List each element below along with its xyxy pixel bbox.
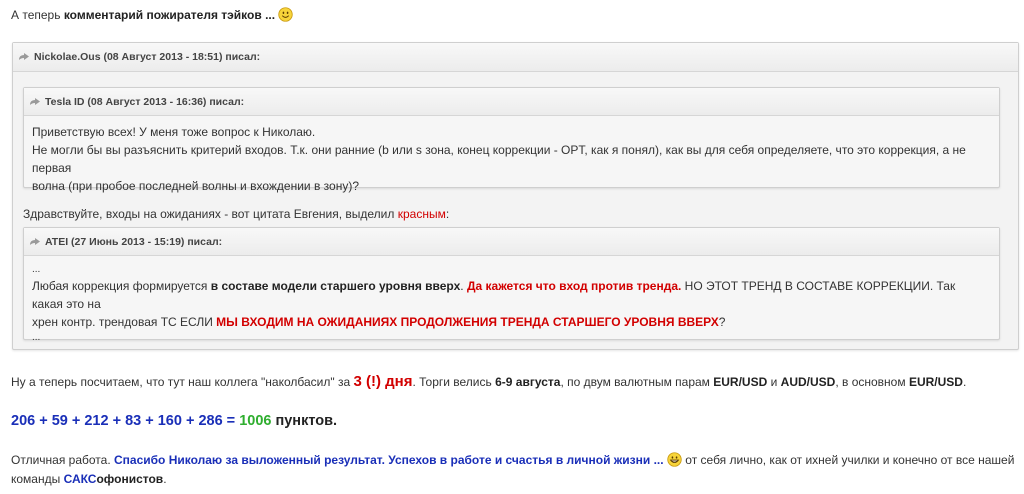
nested-quote-line: Любая коррекция формируется в составе мо…	[32, 277, 989, 313]
ellipsis: ...	[32, 264, 41, 275]
grin-icon	[667, 452, 682, 467]
days-highlight: 3 (!) дня	[353, 373, 413, 390]
reply-highlight: красным	[397, 207, 446, 221]
text-run: .	[163, 472, 167, 486]
sum-result: 1006	[239, 413, 272, 429]
red-bold-run: МЫ ВХОДИМ НА ОЖИДАНИЯХ ПРОДОЛЖЕНИЯ ТРЕНД…	[216, 315, 719, 329]
sum-expression: 206 + 59 + 212 + 83 + 160 + 286 =	[11, 413, 236, 429]
inner-quote: Tesla ID (08 Август 2013 - 16:36) писал:…	[23, 87, 1000, 193]
inner-quote-header: Tesla ID (08 Август 2013 - 16:36) писал:	[24, 88, 999, 116]
inner-quote-line: Приветствую всех! У меня тоже вопрос к Н…	[32, 125, 316, 139]
pair-bold: AUD/USD	[780, 375, 836, 389]
text-run: , в основном	[835, 375, 909, 389]
sak-highlight: САКС	[63, 472, 97, 486]
quote-icon	[19, 53, 29, 60]
summary-line: Ну а теперь посчитаем, что тут наш колле…	[11, 373, 966, 391]
intro-bold: комментарий пожирателя тэйков ...	[63, 8, 276, 22]
text-run: хрен контр. трендовая ТС ЕСЛИ	[32, 315, 217, 329]
text-run: . Торги велись	[412, 375, 496, 389]
pair-bold: EUR/USD	[908, 375, 963, 389]
outer-quote-author: Nickolae.Ous (08 Август 2013 - 18:51) пи…	[34, 51, 261, 63]
closing-line: команды САКСофонистов.	[11, 470, 1011, 489]
nested-quote: ATEI (27 Июнь 2013 - 15:19) писал: ... Л…	[23, 227, 1000, 343]
pair-bold: EUR/USD	[713, 375, 768, 389]
text-run: Любая коррекция формируется	[32, 279, 211, 293]
reply-suffix: :	[445, 207, 450, 221]
inner-quote-body: Приветствую всех! У меня тоже вопрос к Н…	[32, 123, 989, 195]
quote-icon	[30, 237, 40, 245]
intro-line: А теперь комментарий пожирателя тэйков .…	[11, 7, 294, 23]
inner-quote-line: Не могли бы вы разъяснить критерий входо…	[32, 143, 966, 175]
text-run: от себя лично, как от ихней училки и кон…	[681, 453, 1015, 467]
nested-quote-header: ATEI (27 Июнь 2013 - 15:19) писал:	[24, 228, 999, 256]
text-run: и	[767, 375, 781, 389]
dates-bold: 6-9 августа	[495, 375, 561, 389]
inner-quote-line: волна (при пробое последней волны и вхож…	[32, 179, 359, 193]
text-run: .	[460, 279, 467, 293]
text-run: ?	[718, 315, 726, 329]
red-bold-run: Да кажется что вход против тренда.	[466, 279, 682, 293]
inner-quote-author: Tesla ID (08 Август 2013 - 16:36) писал:	[45, 95, 245, 108]
closing-paragraph: Отличная работа. Спасибо Николаю за выло…	[11, 451, 1015, 489]
nested-quote-line: хрен контр. трендовая ТС ЕСЛИ МЫ ВХОДИМ …	[32, 313, 989, 331]
text-run: , по двум валютным парам	[560, 375, 714, 389]
nested-quote-body: ... Любая коррекция формируется в состав…	[32, 263, 989, 345]
nested-quote-author: ATEI (27 Июнь 2013 - 15:19) писал:	[45, 235, 223, 248]
text-run: Ну а теперь посчитаем, что тут наш колле…	[11, 375, 354, 389]
reply-text: Здравствуйте, входы на ожиданиях - вот ц…	[23, 206, 449, 222]
outer-quote: Nickolae.Ous (08 Август 2013 - 18:51) пи…	[12, 42, 1019, 350]
sum-unit: пунктов.	[275, 413, 338, 429]
quote-icon	[30, 97, 40, 105]
intro-prefix: А теперь	[11, 8, 64, 22]
text-run: .	[962, 375, 967, 389]
closing-line: Отличная работа. Спасибо Николаю за выло…	[11, 451, 1015, 470]
bold-run: в составе модели старшего уровня вверх	[210, 279, 461, 293]
thanks-text: Спасибо Николаю за выложенный результат.…	[114, 453, 664, 467]
outer-quote-header: Nickolae.Ous (08 Август 2013 - 18:51) пи…	[13, 43, 1018, 72]
total-line: 206 + 59 + 212 + 83 + 160 + 286 = 1006 п…	[11, 411, 337, 431]
ellipsis: ...	[32, 332, 41, 343]
smile-icon	[278, 7, 294, 22]
text-run: Отличная работа.	[11, 453, 114, 467]
fonists-bold: офонистов	[96, 472, 164, 486]
text-run: команды	[11, 472, 64, 486]
reply-prefix: Здравствуйте, входы на ожиданиях - вот ц…	[23, 207, 398, 221]
